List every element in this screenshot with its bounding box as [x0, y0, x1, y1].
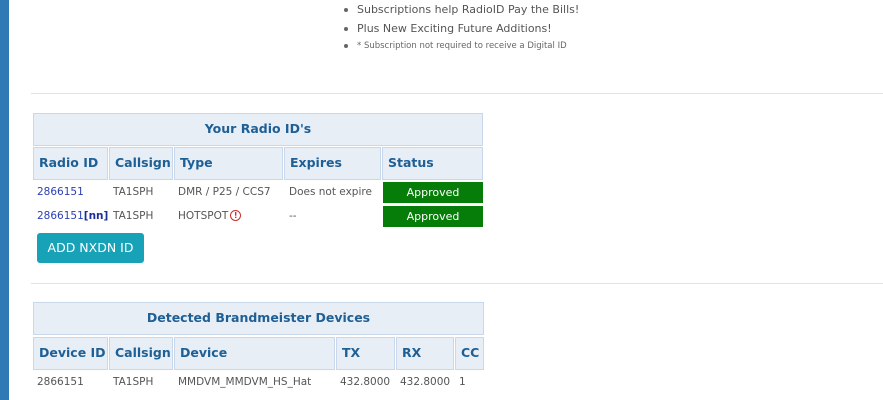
- device-id-cell: 2866151: [37, 376, 84, 388]
- rx-cell: 432.8000: [400, 376, 451, 388]
- devices-title: Detected Brandmeister Devices: [33, 302, 484, 335]
- left-accent-bar: [0, 0, 9, 400]
- type-cell: DMR / P25 / CCS7: [178, 186, 271, 198]
- column-header-type: Type: [174, 147, 283, 180]
- column-header-status: Status: [382, 147, 483, 180]
- cc-cell: 1: [459, 376, 466, 388]
- nxdn-suffix-link[interactable]: [nn]: [84, 210, 109, 222]
- divider: [31, 283, 883, 284]
- column-header-cc: CC: [455, 337, 484, 370]
- callsign-cell: TA1SPH: [113, 210, 154, 222]
- expires-cell: Does not expire: [289, 186, 372, 198]
- divider: [31, 93, 883, 94]
- column-header-expires: Expires: [284, 147, 381, 180]
- status-badge: Approved: [383, 206, 483, 227]
- list-item: Subscriptions help RadioID Pay the Bills…: [340, 0, 579, 19]
- column-header-rx: RX: [396, 337, 454, 370]
- tx-cell: 432.8000: [340, 376, 391, 388]
- column-header-tx: TX: [336, 337, 395, 370]
- column-header-callsign: Callsign: [109, 337, 173, 370]
- expires-cell: --: [289, 210, 297, 222]
- column-header-radio-id: Radio ID: [33, 147, 108, 180]
- column-header-device: Device: [174, 337, 335, 370]
- callsign-cell: TA1SPH: [113, 376, 154, 388]
- column-header-callsign: Callsign: [109, 147, 173, 180]
- status-badge: Approved: [383, 182, 483, 203]
- subscription-info-list: Subscriptions help RadioID Pay the Bills…: [340, 0, 579, 54]
- add-nxdn-id-button[interactable]: ADD NXDN ID: [37, 233, 144, 263]
- radio-ids-title: Your Radio ID's: [33, 113, 483, 146]
- device-cell: MMDVM_MMDVM_HS_Hat: [178, 376, 312, 388]
- radio-id-link[interactable]: 2866151: [37, 210, 84, 222]
- radio-id-link[interactable]: 2866151: [37, 186, 84, 198]
- radio-id-cell[interactable]: 2866151: [37, 182, 84, 202]
- type-label: HOTSPOT: [178, 210, 229, 222]
- type-cell: HOTSPOT!: [178, 206, 242, 226]
- list-item: Plus New Exciting Future Additions!: [340, 19, 579, 38]
- radio-id-cell[interactable]: 2866151[nn]: [37, 206, 108, 226]
- info-icon[interactable]: !: [230, 209, 242, 221]
- callsign-cell: TA1SPH: [113, 186, 154, 198]
- column-header-device-id: Device ID: [33, 337, 108, 370]
- subscription-note: * Subscription not required to receive a…: [340, 38, 579, 54]
